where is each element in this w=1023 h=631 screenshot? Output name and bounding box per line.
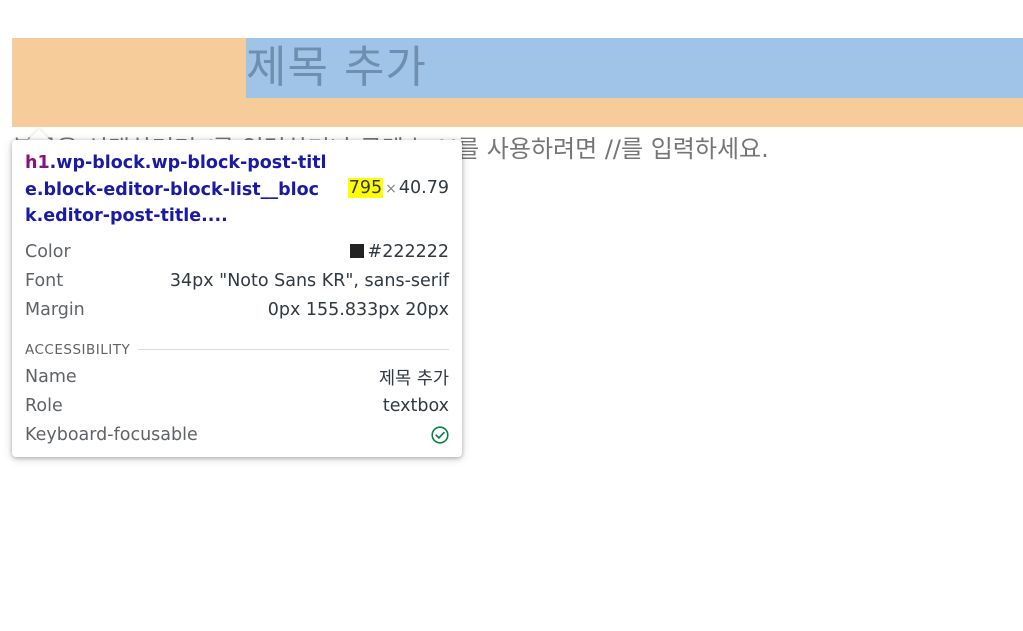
element-classes: .wp-block.wp-block-post-title.block-edit… [25, 153, 327, 226]
element-selector: h1.wp-block.wp-block-post-title.block-ed… [25, 150, 335, 230]
accessibility-title: ACCESSIBILITY [25, 341, 131, 358]
a11y-value: 제목 추가 [379, 368, 449, 389]
a11y-value: textbox [382, 396, 449, 416]
prop-value: 34px "Noto Sans KR", sans-serif [169, 271, 449, 291]
accessibility-section-header: ACCESSIBILITY [25, 337, 449, 363]
inspect-tooltip: h1.wp-block.wp-block-post-title.block-ed… [12, 140, 462, 457]
color-value: #222222 [367, 242, 449, 262]
a11y-value [431, 425, 449, 445]
prop-label: Color [25, 242, 71, 262]
element-dimensions: 795 × 40.79 [347, 150, 449, 198]
post-title-input[interactable]: 제목 추가 [246, 38, 427, 98]
a11y-label: Keyboard-focusable [25, 425, 198, 445]
prop-value: 0px 155.833px 20px [267, 300, 449, 320]
prop-label: Font [25, 271, 64, 291]
prop-row-margin: Margin 0px 155.833px 20px [25, 296, 449, 325]
tooltip-header: h1.wp-block.wp-block-post-title.block-ed… [25, 150, 449, 230]
editor-canvas: 제목 추가 블록을 선택하려면 /를 입력하거나 콘텐츠 AI를 사용하려면 /… [0, 0, 1023, 631]
tooltip-arrow [28, 129, 50, 140]
element-height: 40.79 [398, 178, 449, 198]
a11y-label: Role [25, 396, 63, 416]
check-circle-icon [431, 426, 449, 444]
element-width: 795 [347, 178, 384, 198]
prop-value: #222222 [349, 242, 449, 262]
prop-row-font: Font 34px "Noto Sans KR", sans-serif [25, 267, 449, 296]
section-divider [138, 349, 449, 350]
a11y-row-role: Role textbox [25, 392, 449, 421]
dimension-separator: × [385, 181, 397, 197]
a11y-label: Name [25, 367, 77, 387]
element-tag: h1 [25, 153, 50, 173]
a11y-row-name: Name 제목 추가 [25, 363, 449, 392]
a11y-row-keyboard-focusable: Keyboard-focusable [25, 421, 449, 450]
style-properties: Color #222222 Font 34px "Noto Sans KR", … [25, 238, 449, 325]
prop-row-color: Color #222222 [25, 238, 449, 267]
color-swatch [349, 244, 364, 258]
prop-label: Margin [25, 300, 85, 320]
